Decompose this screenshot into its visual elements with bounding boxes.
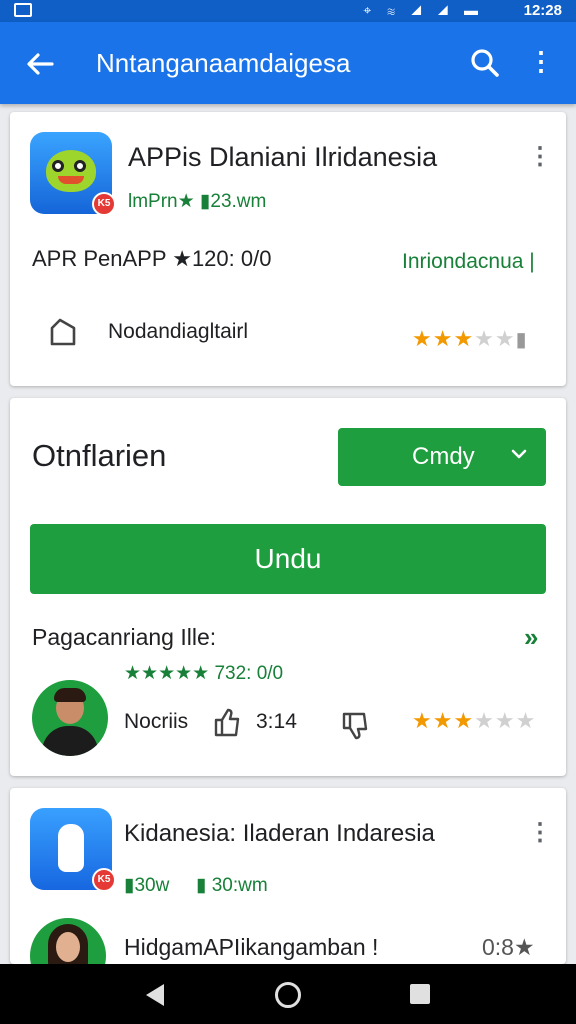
more-vert-icon[interactable]: ⋮ bbox=[528, 818, 552, 847]
subsection-title: Pagacanriang Ille: bbox=[32, 624, 217, 650]
person-name[interactable]: Nocriis bbox=[124, 710, 188, 734]
app-card-1[interactable]: K5 APPis Dlaniani Ilridanesia ⋮ lmPrn★ ▮… bbox=[10, 112, 566, 386]
status-bar: ⌖ ≋ ◢ ◢ ▬ 12:28 bbox=[0, 0, 576, 22]
status-icons: ⌖ ≋ ◢ ◢ ▬ bbox=[363, 2, 484, 18]
mouth-icon bbox=[58, 176, 84, 184]
more-vert-icon[interactable]: ⋮ bbox=[528, 142, 552, 171]
primary-button[interactable]: Undu bbox=[30, 524, 546, 594]
app-badge-icon: K5 bbox=[92, 192, 116, 216]
nav-recents-icon[interactable] bbox=[410, 984, 430, 1004]
rating-stars: ★★★★★▮ bbox=[412, 326, 528, 351]
app-icon-monster[interactable]: K5 bbox=[30, 132, 116, 216]
dropdown-label: Cmdy bbox=[412, 443, 475, 470]
app-subtitle-right: ▮ 30:wm bbox=[196, 875, 268, 896]
status-time: 12:28 bbox=[523, 2, 562, 19]
app-card-3[interactable]: K5 Kidanesia: Iladeran Indaresia ⋮ ▮30w … bbox=[10, 788, 566, 994]
app-meta: APR PenAPP ★120: 0/0 bbox=[32, 246, 272, 271]
eye-icon bbox=[52, 160, 64, 172]
app-badge-icon: K5 bbox=[92, 868, 116, 892]
search-icon[interactable] bbox=[468, 46, 502, 80]
reviewer-text: HidgamAPIikangamban ! bbox=[124, 934, 379, 960]
nav-back-icon[interactable] bbox=[146, 984, 164, 1006]
rating-summary: ★★★★★ 732: 0/0 bbox=[124, 663, 284, 684]
system-nav-bar bbox=[0, 964, 576, 1024]
app-bar-title: Nntanganaamdaigesa bbox=[96, 48, 351, 78]
action-card: Otnflarien Cmdy Undu Pagacanriang Ille: … bbox=[10, 398, 566, 776]
app-bar: Nntanganaamdaigesa ⋮ bbox=[0, 22, 576, 104]
chevron-down-icon bbox=[510, 443, 528, 469]
avatar[interactable] bbox=[32, 680, 108, 756]
app-icon-hand[interactable]: K5 bbox=[30, 808, 116, 892]
like-count: 3:14 bbox=[256, 710, 297, 733]
rating-stars: ★★★★★★ bbox=[412, 708, 537, 733]
more-vert-icon[interactable]: ⋮ bbox=[528, 46, 554, 80]
hand-icon bbox=[58, 824, 84, 872]
monster-face-icon bbox=[46, 150, 96, 192]
thumbs-down-icon[interactable] bbox=[340, 710, 370, 742]
app-title[interactable]: Kidanesia: Iladeran Indaresia bbox=[124, 820, 435, 848]
share-label[interactable]: Nodandiagltairl bbox=[108, 320, 248, 344]
double-chevron-right-icon[interactable]: » bbox=[524, 622, 538, 653]
review-rating: 0:8★ bbox=[482, 934, 535, 960]
eye-icon bbox=[74, 160, 86, 172]
app-subtitle-left: ▮30w bbox=[124, 875, 170, 896]
dropdown-button[interactable]: Cmdy bbox=[338, 428, 546, 486]
section-title: Otnflarien bbox=[32, 438, 167, 473]
share-icon[interactable] bbox=[48, 316, 78, 348]
gallery-icon bbox=[14, 3, 32, 17]
app-title[interactable]: APPis Dlaniani Ilridanesia bbox=[128, 142, 437, 173]
nav-home-icon[interactable] bbox=[275, 982, 301, 1008]
app-subtitle: lmPrn★ ▮23.wm bbox=[128, 191, 267, 212]
category-link[interactable]: Inriondacnua | bbox=[402, 250, 535, 274]
back-arrow-icon[interactable] bbox=[22, 46, 58, 82]
thumbs-up-icon[interactable] bbox=[212, 706, 242, 738]
